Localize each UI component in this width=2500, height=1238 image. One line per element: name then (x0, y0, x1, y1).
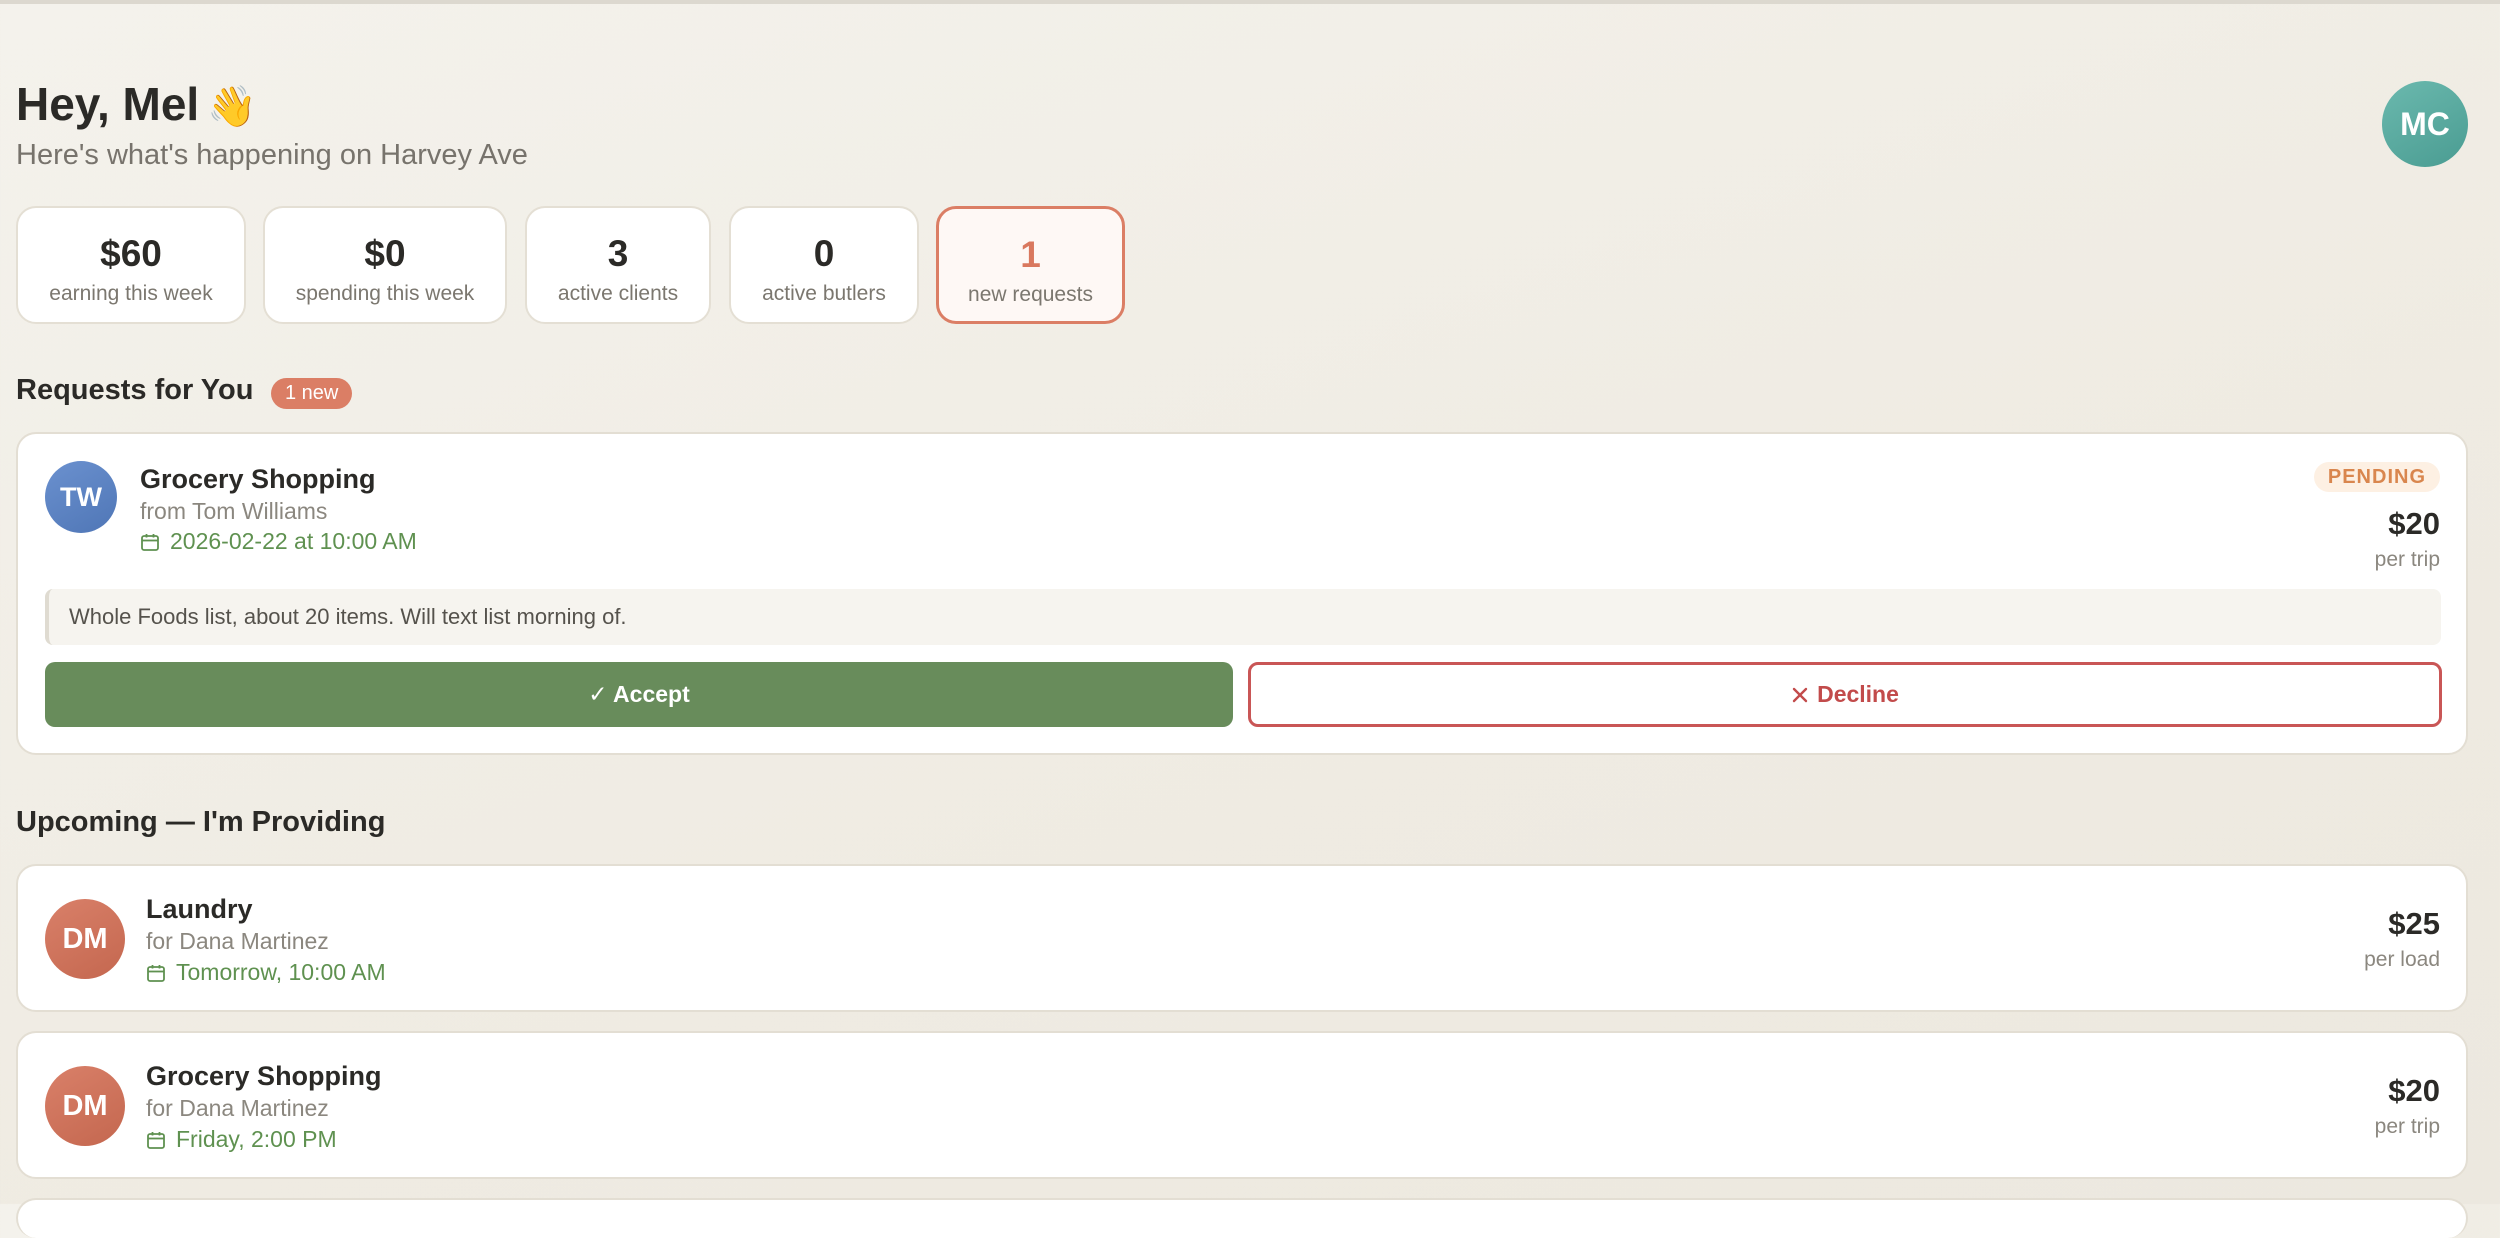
request-title: Grocery Shopping (140, 464, 376, 494)
stat-label: active clients (557, 282, 679, 305)
stat-active-butlers[interactable]: 0 active butlers (729, 206, 919, 324)
upcoming-date-text: Tomorrow, 10:00 AM (176, 959, 386, 985)
upcoming-card[interactable]: DM Grocery Shopping for Dana Martinez Fr… (16, 1031, 2468, 1179)
decline-label: Decline (1817, 681, 1899, 707)
stat-value: 1 (1020, 234, 1041, 275)
close-icon (1792, 687, 1808, 702)
new-requests-badge: 1 new (271, 378, 353, 409)
stat-label: active butlers (762, 282, 886, 305)
upcoming-client: for Dana Martinez (146, 1095, 329, 1121)
request-date-text: 2026-02-22 at 10:00 AM (170, 528, 417, 554)
stat-value: 0 (813, 233, 835, 274)
stat-value: 3 (607, 233, 629, 274)
request-from: from Tom Williams (140, 498, 328, 524)
request-date: 2026-02-22 at 10:00 AM (140, 528, 417, 555)
upcoming-date: Friday, 2:00 PM (146, 1126, 337, 1153)
stat-label: earning this week (49, 282, 213, 305)
stat-earning-this-week[interactable]: $60 earning this week (16, 206, 246, 324)
request-card: TW Grocery Shopping from Tom Williams 20… (16, 432, 2468, 755)
accept-button[interactable]: ✓ Accept (45, 662, 1233, 727)
requests-section-title: Requests for You (16, 374, 254, 406)
top-divider (0, 0, 2500, 4)
upcoming-date-text: Friday, 2:00 PM (176, 1126, 337, 1152)
upcoming-card[interactable]: DM Laundry for Dana Martinez Tomorrow, 1… (16, 864, 2468, 1012)
greeting-heading: Hey, Mel 👋 (16, 74, 528, 137)
stat-value: $0 (364, 233, 406, 274)
decline-button[interactable]: Decline (1248, 662, 2442, 727)
upcoming-title: Grocery Shopping (146, 1061, 382, 1091)
request-note: Whole Foods list, about 20 items. Will t… (45, 589, 2441, 645)
upcoming-price-unit: per load (2364, 948, 2440, 971)
upcoming-price: $20 (2388, 1073, 2440, 1108)
upcoming-price: $25 (2388, 906, 2440, 941)
upcoming-client: for Dana Martinez (146, 928, 329, 954)
client-avatar: DM (45, 1066, 125, 1146)
request-price-unit: per trip (2374, 548, 2440, 571)
upcoming-card-partial (16, 1198, 2468, 1238)
upcoming-price-unit: per trip (2374, 1115, 2440, 1138)
page-header: Hey, Mel 👋 Here's what's happening on Har… (16, 74, 528, 172)
greeting-text: Hey, Mel (16, 78, 200, 130)
upcoming-title: Laundry (146, 894, 253, 924)
upcoming-date: Tomorrow, 10:00 AM (146, 959, 386, 986)
upcoming-section-title: Upcoming — I'm Providing (16, 806, 386, 838)
calendar-icon (147, 964, 165, 982)
stat-value: $60 (100, 233, 162, 274)
client-avatar: TW (45, 461, 117, 533)
client-avatar: DM (45, 899, 125, 979)
waving-hand-icon: 👋 (207, 85, 258, 129)
request-price: $20 (2388, 506, 2440, 541)
user-avatar[interactable]: MC (2382, 81, 2468, 167)
calendar-icon (141, 533, 159, 551)
stat-active-clients[interactable]: 3 active clients (525, 206, 711, 324)
calendar-icon (147, 1131, 165, 1149)
status-badge: PENDING (2313, 462, 2440, 492)
stat-spending-this-week[interactable]: $0 spending this week (263, 206, 507, 324)
page-subtitle: Here's what's happening on Harvey Ave (16, 139, 528, 171)
stat-label: new requests (968, 283, 1093, 306)
stat-new-requests[interactable]: 1 new requests (936, 206, 1125, 324)
stat-label: spending this week (295, 282, 475, 305)
